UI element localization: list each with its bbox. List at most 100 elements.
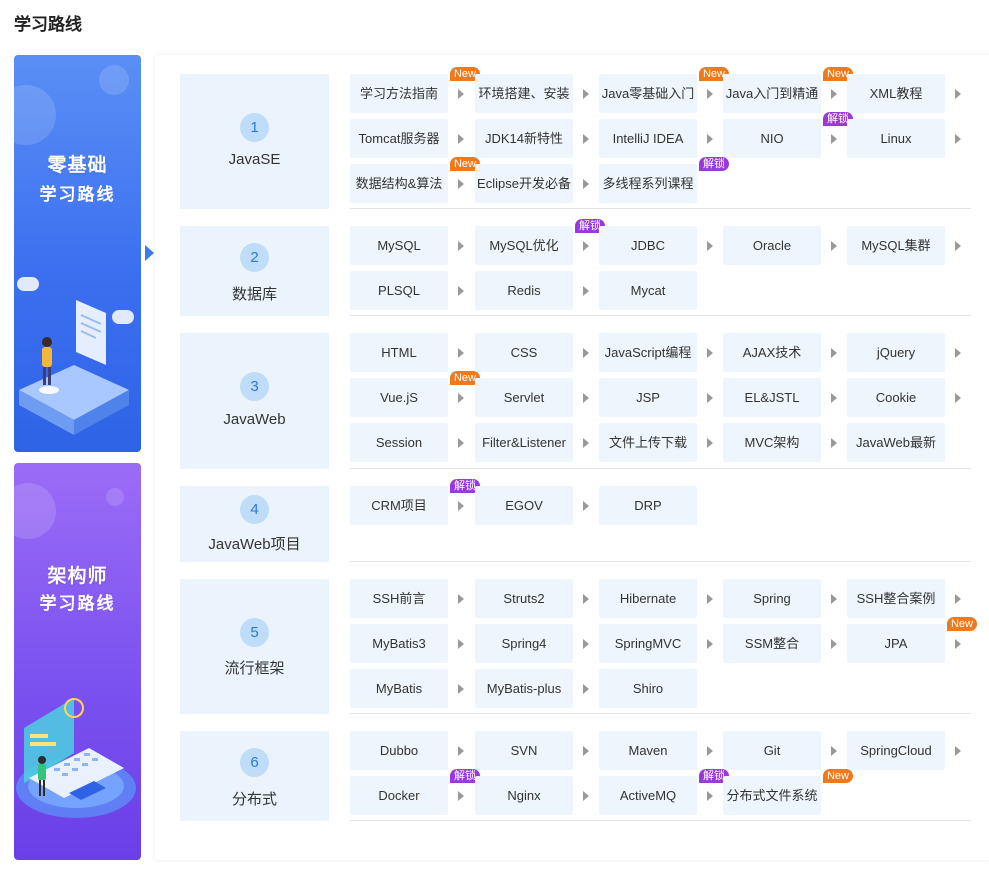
category-card[interactable]: 4 JavaWeb项目 [180,486,329,562]
course-link[interactable]: Spring4 [475,624,573,663]
course-link[interactable]: 学习方法指南 [350,74,448,113]
unlock-badge: 解锁 [699,157,729,171]
banner-subtitle: 学习路线 [39,185,116,204]
course-link[interactable]: 数据结构&算法 [350,164,448,203]
next-arrow-icon [707,791,713,801]
course-item: EL&JSTL [723,378,847,417]
decor-bubble [99,65,129,95]
category-card[interactable]: 2 数据库 [180,226,329,316]
course-link[interactable]: XML教程 [847,74,945,113]
course-link[interactable]: Vue.jS [350,378,448,417]
course-link[interactable]: JDK14新特性 [475,119,573,158]
next-arrow-icon [458,286,464,296]
category-card[interactable]: 1 JavaSE [180,74,329,209]
course-item: XML教程 [847,74,971,113]
basic-route-banner[interactable]: 零基础 学习路线 [14,55,141,452]
course-link[interactable]: Nginx [475,776,573,815]
next-arrow-icon [458,179,464,189]
course-item: Nginx [475,776,599,815]
course-link[interactable]: JavaScript编程 [599,333,697,372]
course-link[interactable]: SpringMVC [599,624,697,663]
course-link[interactable]: Cookie [847,378,945,417]
course-link[interactable]: CRM项目 [350,486,448,525]
course-link[interactable]: JavaWeb最新 [847,423,945,462]
course-item: JSP [599,378,723,417]
cloud-icon [17,277,39,291]
course-link[interactable]: Git [723,731,821,770]
course-link[interactable]: Mycat [599,271,697,310]
course-item: SVN [475,731,599,770]
course-item: Oracle [723,226,847,265]
course-link[interactable]: Java入门到精通 [723,74,821,113]
next-arrow-icon [831,89,837,99]
next-arrow-icon [583,639,589,649]
course-link[interactable]: MyBatis [350,669,448,708]
course-link[interactable]: 文件上传下载 [599,423,697,462]
course-link[interactable]: Spring [723,579,821,618]
course-link[interactable]: Session [350,423,448,462]
course-link[interactable]: 分布式文件系统 [723,776,821,815]
course-link[interactable]: Dubbo [350,731,448,770]
course-link[interactable]: Redis [475,271,573,310]
course-link[interactable]: EL&JSTL [723,378,821,417]
category-card[interactable]: 3 JavaWeb [180,333,329,469]
course-item: Linux [847,119,971,158]
course-link[interactable]: Oracle [723,226,821,265]
course-link[interactable]: NIO [723,119,821,158]
course-link[interactable]: MyBatis-plus [475,669,573,708]
course-link[interactable]: JDBC [599,226,697,265]
course-link[interactable]: DRP [599,486,697,525]
course-link[interactable]: HTML [350,333,448,372]
course-item: Cookie [847,378,971,417]
category-card[interactable]: 6 分布式 [180,731,329,821]
next-arrow-icon [458,501,464,511]
course-link[interactable]: SSM整合 [723,624,821,663]
course-item: IntelliJ IDEA [599,119,723,158]
section-divider [350,208,971,209]
course-link[interactable]: Struts2 [475,579,573,618]
course-link[interactable]: EGOV [475,486,573,525]
course-link[interactable]: AJAX技术 [723,333,821,372]
course-item: SSH整合案例 [847,579,971,618]
course-link[interactable]: SVN [475,731,573,770]
course-link[interactable]: MySQL优化 [475,226,573,265]
category-card[interactable]: 5 流行框架 [180,579,329,714]
course-link[interactable]: MySQL [350,226,448,265]
course-item: SSH前言 [350,579,474,618]
course-link[interactable]: SSH前言 [350,579,448,618]
course-link[interactable]: Hibernate [599,579,697,618]
course-link[interactable]: Tomcat服务器 [350,119,448,158]
course-link[interactable]: Linux [847,119,945,158]
course-link[interactable]: SSH整合案例 [847,579,945,618]
next-arrow-icon [955,594,961,604]
course-link[interactable]: Maven [599,731,697,770]
course-link[interactable]: jQuery [847,333,945,372]
course-item: ActiveMQ 解锁 [599,769,729,815]
course-link[interactable]: PLSQL [350,271,448,310]
course-link[interactable]: CSS [475,333,573,372]
course-link[interactable]: MyBatis3 [350,624,448,663]
course-item: JPA New [847,617,977,663]
course-link[interactable]: IntelliJ IDEA [599,119,697,158]
course-link[interactable]: Servlet [475,378,573,417]
next-arrow-icon [583,241,589,251]
course-link[interactable]: Shiro [599,669,697,708]
section-divider [350,713,971,714]
course-link[interactable]: MVC架构 [723,423,821,462]
course-link[interactable]: JSP [599,378,697,417]
course-link[interactable]: Java零基础入门 [599,74,697,113]
next-arrow-icon [707,134,713,144]
architect-route-banner[interactable]: 架构师 学习路线 [14,463,141,860]
next-arrow-icon [707,348,713,358]
course-link[interactable]: 环境搭建、安装 [475,74,573,113]
course-link[interactable]: JPA [847,624,945,663]
course-link[interactable]: SpringCloud [847,731,945,770]
course-link[interactable]: Docker [350,776,448,815]
next-arrow-icon [458,393,464,403]
course-item: Redis [475,271,599,310]
course-link[interactable]: Eclipse开发必备 [475,164,573,203]
course-link[interactable]: Filter&Listener [475,423,573,462]
course-link[interactable]: MySQL集群 [847,226,945,265]
course-link[interactable]: ActiveMQ [599,776,697,815]
course-link[interactable]: 多线程系列课程 [599,164,697,203]
